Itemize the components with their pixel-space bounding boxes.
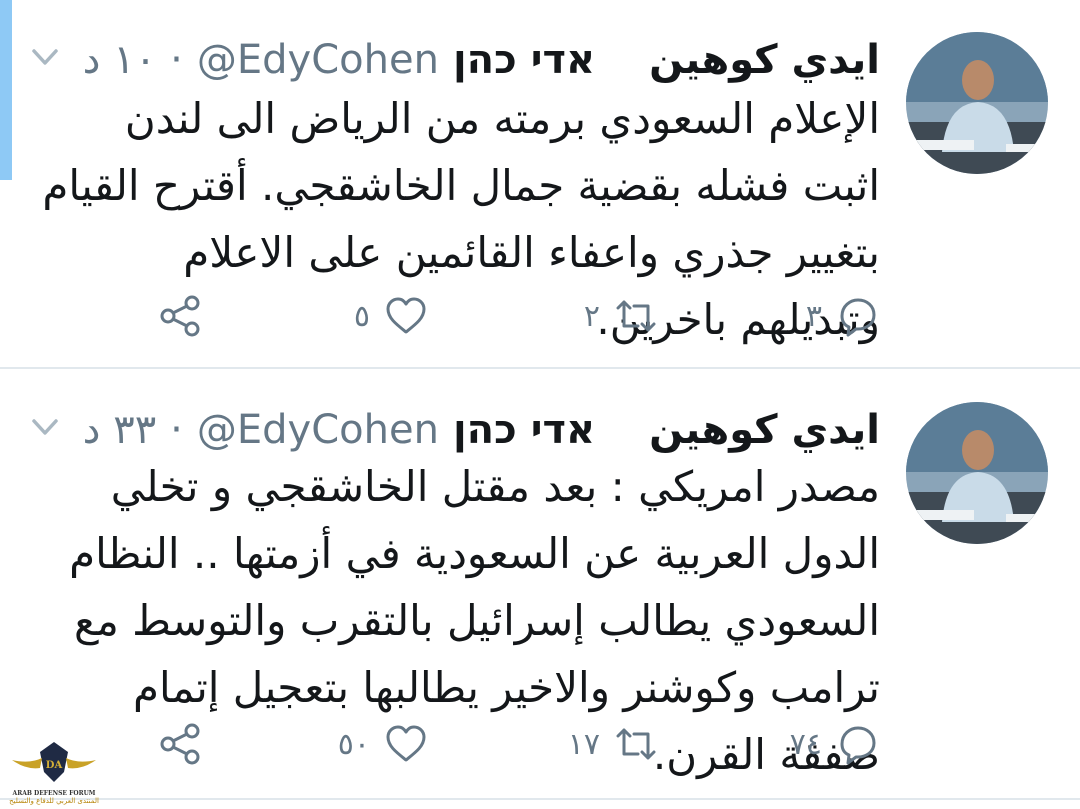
reply-icon [840, 298, 876, 337]
watermark-abbr: DA [46, 760, 63, 771]
share-icon [160, 723, 200, 765]
timestamp[interactable]: ٣٣ د [83, 407, 157, 453]
reply-count: ٣ [805, 298, 822, 334]
display-name[interactable]: ايدي كوهين [649, 407, 880, 453]
separator-dot: · [170, 407, 183, 453]
retweet-button[interactable]: ٢ [584, 290, 658, 342]
separator-dot: · [170, 37, 183, 83]
chevron-down-icon[interactable] [28, 40, 62, 74]
retweet-count: ١٧ [567, 726, 600, 762]
tweet-header: ايدي كوهين אדי כהן @EdyCohen · ٣٣ د [83, 400, 880, 460]
retweet-count: ٢ [583, 298, 600, 334]
reply-icon [840, 726, 876, 765]
share-button[interactable] [158, 718, 202, 770]
avatar-photo [906, 402, 1048, 544]
like-button[interactable]: ٥ [354, 290, 428, 342]
avatar[interactable] [906, 402, 1048, 544]
tweet-header: ايدي كوهين אדי כהן @EdyCohen · ١٠ د [83, 30, 880, 90]
share-icon [160, 295, 200, 337]
divider [0, 367, 1080, 369]
like-button[interactable]: ٥٠ [338, 718, 428, 770]
display-name[interactable]: ايدي كوهين [649, 37, 880, 83]
action-bar: ٣ ٢ ٥ [160, 290, 880, 342]
reply-count: ٧٤ [789, 726, 822, 762]
reply-button[interactable]: ٧٤ [790, 718, 880, 770]
forum-emblem-icon: DA [12, 742, 96, 782]
like-icon [386, 297, 426, 334]
like-icon [386, 725, 426, 762]
like-count: ٥ [353, 298, 370, 334]
retweet-icon [616, 728, 656, 760]
reply-button[interactable]: ٣ [806, 290, 880, 342]
divider [0, 798, 1080, 800]
watermark-english: ARAB DEFENSE FORUM [12, 790, 96, 797]
share-button[interactable] [158, 290, 202, 342]
retweet-button[interactable]: ١٧ [568, 718, 658, 770]
action-bar: ٧٤ ١٧ ٥٠ [160, 718, 880, 770]
chevron-down-icon[interactable] [28, 410, 62, 444]
tweet[interactable]: ايدي كوهين אדי כהן @EdyCohen · ٣٣ د مصدر… [0, 370, 1080, 809]
timestamp[interactable]: ١٠ د [83, 37, 157, 83]
username-handle[interactable]: @EdyCohen [197, 407, 439, 453]
tweet[interactable]: ايدي كوهين אדי כהן @EdyCohen · ١٠ د الإع… [0, 0, 1080, 368]
display-name-hebrew[interactable]: אדי כהן [453, 37, 595, 83]
avatar-photo [906, 32, 1048, 174]
display-name-hebrew[interactable]: אדי כהן [453, 407, 595, 453]
watermark-logo: DA ARAB DEFENSE FORUM المنتدى العربي للد… [8, 738, 100, 808]
retweet-icon [616, 300, 656, 332]
watermark-arabic: المنتدى العربي للدفاع والتسليح [9, 797, 99, 805]
like-count: ٥٠ [337, 726, 370, 762]
avatar[interactable] [906, 32, 1048, 174]
username-handle[interactable]: @EdyCohen [197, 37, 439, 83]
